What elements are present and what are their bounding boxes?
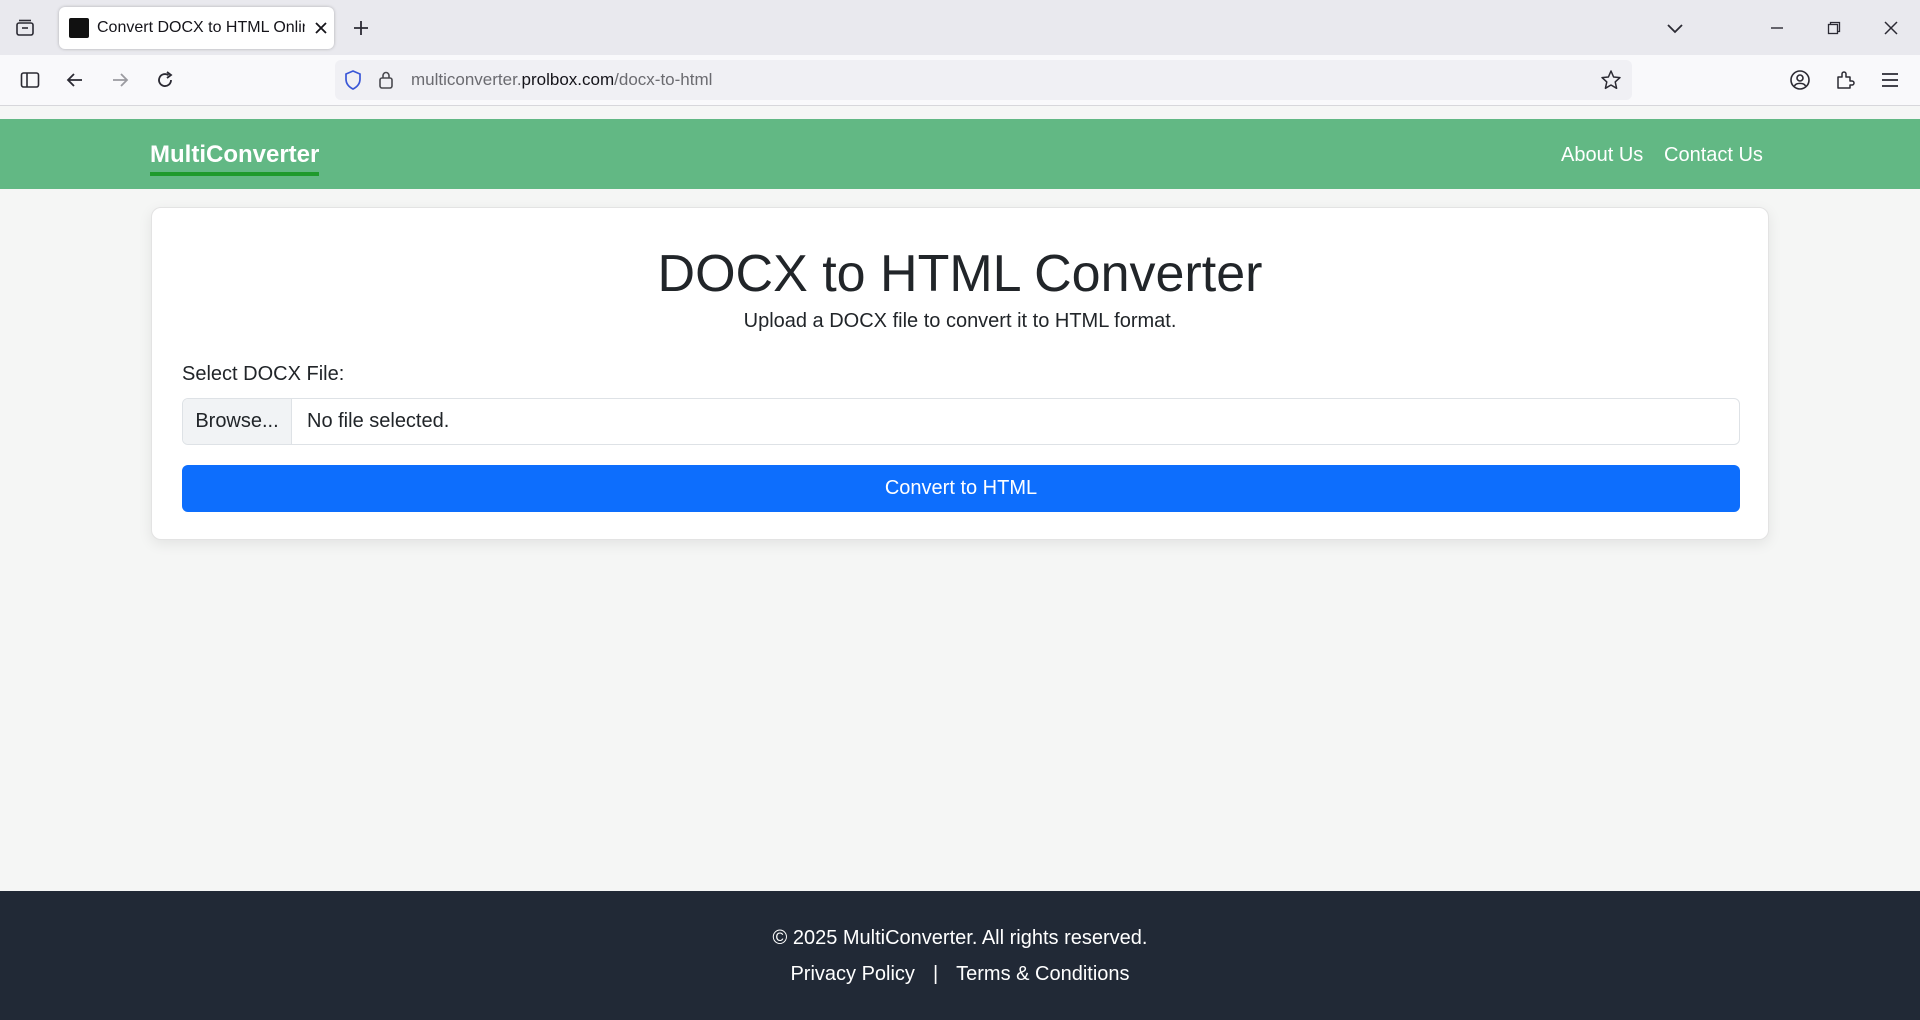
- menu-icon[interactable]: [1874, 64, 1906, 96]
- converter-card: DOCX to HTML Converter Upload a DOCX fil…: [151, 207, 1769, 540]
- site-footer: © 2025 MultiConverter. All rights reserv…: [0, 891, 1920, 1020]
- footer-links: Privacy Policy | Terms & Conditions: [0, 963, 1920, 986]
- url-host: prolbox.com: [521, 70, 615, 89]
- shield-icon[interactable]: [343, 69, 363, 96]
- url-text[interactable]: multiconverter.prolbox.com/docx-to-html: [411, 70, 712, 90]
- url-bar[interactable]: multiconverter.prolbox.com/docx-to-html: [335, 60, 1632, 100]
- reload-icon[interactable]: [149, 64, 181, 96]
- new-tab-icon[interactable]: [346, 14, 376, 42]
- browser-nav-bar: multiconverter.prolbox.com/docx-to-html: [0, 55, 1920, 106]
- close-icon[interactable]: [309, 16, 333, 40]
- terms-link[interactable]: Terms & Conditions: [956, 963, 1129, 986]
- browser-tab-bar: Convert DOCX to HTML Online: [0, 0, 1920, 55]
- restore-icon[interactable]: [1819, 14, 1849, 42]
- footer-separator: |: [932, 963, 939, 985]
- account-icon[interactable]: [1784, 64, 1816, 96]
- minimize-icon[interactable]: [1762, 14, 1792, 42]
- lock-icon[interactable]: [377, 70, 395, 95]
- tab-title: Convert DOCX to HTML Online: [97, 19, 305, 36]
- site-favicon-icon: [69, 18, 89, 38]
- convert-button[interactable]: Convert to HTML: [182, 465, 1740, 512]
- back-icon[interactable]: [59, 64, 91, 96]
- file-input[interactable]: Browse... No file selected.: [182, 398, 1740, 445]
- url-prefix: multiconverter.: [411, 70, 522, 89]
- sidebar-icon[interactable]: [14, 64, 46, 96]
- copyright-text: © 2025 MultiConverter. All rights reserv…: [772, 927, 1148, 949]
- file-status-text: No file selected.: [307, 410, 450, 432]
- nav-about-us[interactable]: About Us: [1561, 143, 1643, 167]
- file-field-label: Select DOCX File:: [182, 363, 345, 385]
- page-subtitle: Upload a DOCX file to convert it to HTML…: [743, 310, 1177, 332]
- page-title: DOCX to HTML Converter: [657, 245, 1263, 303]
- forward-icon[interactable]: [104, 64, 136, 96]
- window-close-icon[interactable]: [1876, 14, 1906, 42]
- site-header: MultiConverter About Us Contact Us: [0, 119, 1920, 189]
- brand-logo-link[interactable]: MultiConverter: [150, 141, 320, 176]
- browser-tab-active[interactable]: Convert DOCX to HTML Online: [59, 7, 334, 49]
- privacy-policy-link[interactable]: Privacy Policy: [790, 963, 914, 986]
- nav-contact-us[interactable]: Contact Us: [1664, 143, 1763, 167]
- url-path: /docx-to-html: [614, 70, 713, 89]
- tab-list-icon[interactable]: [10, 14, 40, 42]
- extensions-icon[interactable]: [1829, 64, 1861, 96]
- tab-overflow-icon[interactable]: [1660, 14, 1690, 42]
- browse-button[interactable]: Browse...: [183, 399, 292, 444]
- bookmark-star-icon[interactable]: [1600, 69, 1622, 96]
